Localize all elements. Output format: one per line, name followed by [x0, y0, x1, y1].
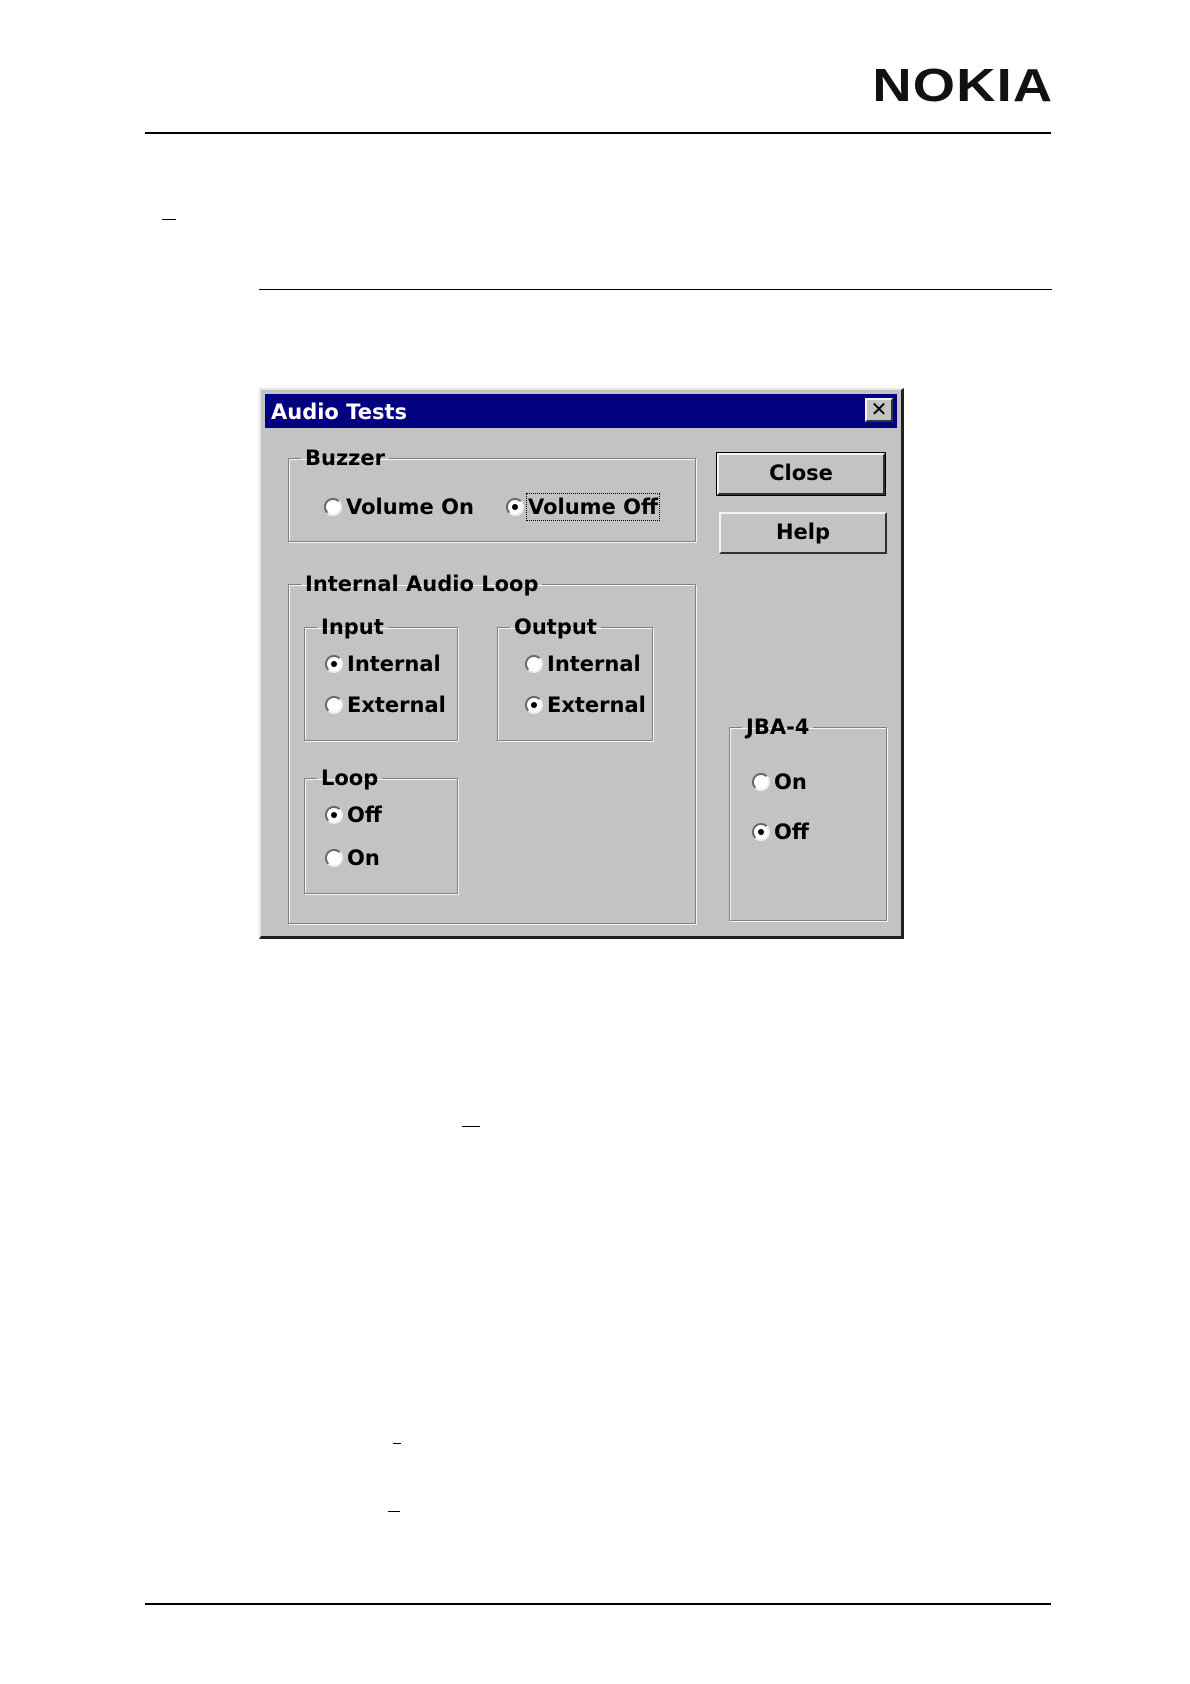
close-icon[interactable]: ✕ [865, 398, 893, 422]
list-marker [393, 1443, 401, 1444]
dialog-titlebar[interactable]: Audio Tests ✕ [265, 394, 897, 428]
radio-loop-off[interactable]: Off [325, 803, 382, 827]
radio-label: Off [347, 803, 382, 827]
radio-input-external[interactable]: External [325, 693, 446, 717]
radio-input-internal[interactable]: Internal [325, 652, 441, 676]
radio-button-icon [324, 498, 342, 516]
audio-tests-dialog: Audio Tests ✕ Buzzer Volume On Volume Of… [259, 388, 904, 939]
radio-volume-on[interactable]: Volume On [324, 495, 474, 519]
list-marker [388, 1511, 400, 1512]
radio-button-selected-icon [525, 696, 543, 714]
list-marker [162, 219, 176, 220]
input-group-label: Input [321, 615, 384, 639]
radio-label: Internal [347, 652, 441, 676]
radio-label: Off [774, 820, 809, 844]
radio-output-internal[interactable]: Internal [525, 652, 641, 676]
input-group: Input [304, 615, 458, 741]
radio-label: External [547, 693, 646, 717]
radio-label: External [347, 693, 446, 717]
radio-button-icon [325, 849, 343, 867]
radio-button-selected-icon [325, 655, 343, 673]
close-button[interactable]: Close [716, 452, 886, 496]
radio-jba4-off[interactable]: Off [752, 820, 809, 844]
radio-button-selected-icon [752, 823, 770, 841]
radio-label: On [347, 846, 380, 870]
dialog-title: Audio Tests [271, 400, 407, 424]
radio-label: On [774, 770, 807, 794]
radio-output-external[interactable]: External [525, 693, 646, 717]
radio-label: Volume Off [526, 493, 660, 521]
radio-volume-off[interactable]: Volume Off [506, 493, 660, 521]
output-group-label: Output [514, 615, 597, 639]
list-marker [462, 1126, 480, 1127]
section-rule [259, 289, 1052, 290]
radio-button-selected-icon [506, 498, 524, 516]
radio-button-icon [752, 773, 770, 791]
radio-label: Internal [547, 652, 641, 676]
buzzer-group-label: Buzzer [305, 446, 386, 470]
radio-button-selected-icon [325, 806, 343, 824]
header-rule [145, 132, 1051, 134]
radio-jba4-on[interactable]: On [752, 770, 807, 794]
loop-group-label: Loop [321, 766, 379, 790]
radio-loop-on[interactable]: On [325, 846, 380, 870]
radio-button-icon [325, 696, 343, 714]
radio-label: Volume On [346, 495, 474, 519]
nokia-logo: NOKIA [872, 59, 1053, 111]
jba4-group-label: JBA-4 [746, 715, 810, 739]
help-button[interactable]: Help [719, 512, 887, 554]
radio-button-icon [525, 655, 543, 673]
buzzer-group: Buzzer [288, 446, 696, 542]
footer-rule [145, 1603, 1051, 1605]
internal-audio-loop-label: Internal Audio Loop [305, 572, 539, 596]
loop-group: Loop [304, 766, 458, 894]
jba4-group: JBA-4 [729, 715, 887, 921]
output-group: Output [497, 615, 653, 741]
